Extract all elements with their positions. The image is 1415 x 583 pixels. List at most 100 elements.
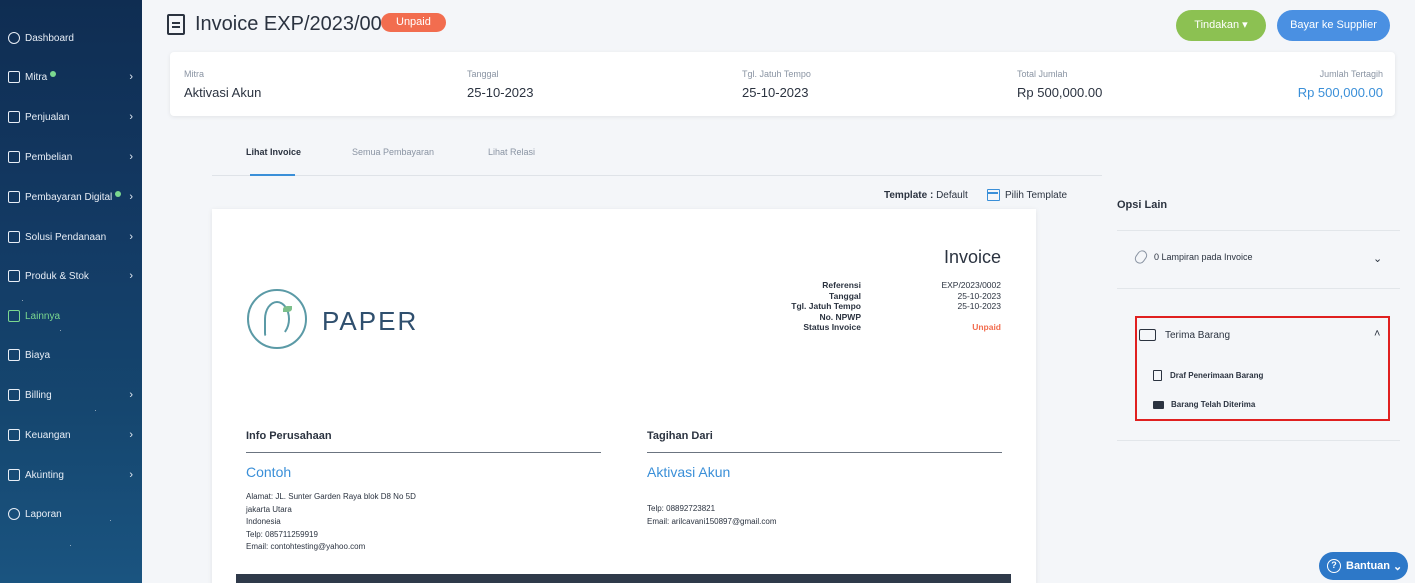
info-perusahaan-heading: Info Perusahaan xyxy=(246,430,332,442)
sidebar-item-penjualan[interactable]: Penjualan › xyxy=(0,104,142,130)
summary-tertagih: Jumlah Tertagih Rp 500,000.00 xyxy=(1298,69,1383,100)
chevron-down-icon: ⌄ xyxy=(1390,560,1403,573)
pdf-icon xyxy=(1153,370,1162,381)
status-badge: Unpaid xyxy=(381,13,446,32)
meta-label: Status Invoice xyxy=(803,322,861,332)
summary-value: 25-10-2023 xyxy=(742,85,809,100)
sidebar-item-label: Biaya xyxy=(25,349,51,361)
sidebar-item-produk-stok[interactable]: Produk & Stok › xyxy=(0,263,142,289)
barang-diterima-link[interactable]: Barang Telah Diterima xyxy=(1153,400,1255,409)
layers-icon xyxy=(8,310,20,322)
sidebar-item-keuangan[interactable]: Keuangan › xyxy=(0,422,142,448)
document-icon xyxy=(8,111,20,123)
meta-label: Tanggal xyxy=(829,290,861,301)
chevron-right-icon: › xyxy=(129,389,133,401)
sidebar-item-label: Dashboard xyxy=(25,32,74,44)
people-icon xyxy=(8,71,20,83)
sidebar-item-solusi-pendanaan[interactable]: Solusi Pendanaan › xyxy=(0,224,142,250)
notification-dot xyxy=(50,71,57,77)
summary-label: Tanggal xyxy=(467,69,499,79)
bayar-supplier-button[interactable]: Bayar ke Supplier xyxy=(1277,10,1390,41)
detail-line: Indonesia xyxy=(246,517,281,526)
chevron-right-icon: › xyxy=(129,429,133,441)
sidebar-item-label: Produk & Stok xyxy=(25,270,89,282)
sidebar-item-biaya[interactable]: Biaya xyxy=(0,342,142,368)
sidebar-item-billing[interactable]: Billing › xyxy=(0,382,142,408)
card-icon xyxy=(8,191,20,203)
chevron-right-icon: › xyxy=(129,469,133,481)
meta-value: 25-10-2023 xyxy=(957,301,1001,311)
notification-dot xyxy=(115,191,122,197)
sidebar-item-laporan[interactable]: Laporan xyxy=(0,501,142,527)
terima-barang-toggle[interactable]: Terima Barang xyxy=(1139,329,1230,341)
printer-icon xyxy=(1153,400,1164,409)
detail-line: Alamat: JL. Sunter Garden Raya blok D8 N… xyxy=(246,492,416,501)
chevron-right-icon: › xyxy=(129,71,133,83)
invoice-meta-labels: Referensi Tanggal Tgl. Jatuh Tempo No. N… xyxy=(791,280,861,333)
sidebar: Dashboard Mitra › Penjualan › Pembelian … xyxy=(0,0,142,583)
sidebar-item-label: Billing xyxy=(25,389,52,401)
divider xyxy=(1117,440,1400,441)
sidebar-item-label: Pembayaran Digital xyxy=(25,191,113,203)
tab-lihat-relasi[interactable]: Lihat Relasi xyxy=(488,147,535,157)
pilih-template-label: Pilih Template xyxy=(1005,189,1068,201)
lampiran-toggle[interactable]: 0 Lampiran pada Invoice xyxy=(1132,248,1253,266)
sidebar-item-pembayaran-digital[interactable]: Pembayaran Digital › xyxy=(0,184,142,210)
template-label: Template : xyxy=(884,190,934,201)
opsi-lain-title: Opsi Lain xyxy=(1117,199,1168,211)
bantuan-button[interactable]: ? Bantuan ⌄ xyxy=(1319,552,1408,580)
diterima-label: Barang Telah Diterima xyxy=(1171,400,1256,409)
detail-line: Email: arilcavani150897@gmail.com xyxy=(647,516,777,526)
summary-label: Jumlah Tertagih xyxy=(1319,69,1383,79)
draf-label: Draf Penerimaan Barang xyxy=(1170,371,1264,380)
invoice-summary-card: Mitra Aktivasi Akun Tanggal 25-10-2023 T… xyxy=(170,52,1395,116)
logo-text: PAPER xyxy=(322,306,419,336)
chevron-right-icon: › xyxy=(129,191,133,203)
meta-value: EXP/2023/0002 xyxy=(941,280,1001,290)
sidebar-item-akunting[interactable]: Akunting › xyxy=(0,462,142,488)
summary-tanggal: Tanggal 25-10-2023 xyxy=(467,69,534,100)
tab-lihat-invoice[interactable]: Lihat Invoice xyxy=(246,147,301,157)
sidebar-item-label: Laporan xyxy=(25,508,62,520)
paper-logo-icon xyxy=(247,289,307,349)
sidebar-item-lainnya[interactable]: Lainnya xyxy=(0,303,142,329)
truck-icon xyxy=(1139,329,1156,341)
company-name: Contoh xyxy=(246,464,292,480)
template-info: Template : Default xyxy=(884,190,968,201)
pilih-template-button[interactable]: Pilih Template xyxy=(987,189,1067,201)
summary-jatuh-tempo: Tgl. Jatuh Tempo 25-10-2023 xyxy=(742,69,811,100)
sidebar-item-label: Penjualan xyxy=(25,111,70,123)
meta-value: 25-10-2023 xyxy=(957,290,1001,301)
draf-penerimaan-link[interactable]: Draf Penerimaan Barang xyxy=(1153,370,1263,381)
tagihan-dari-heading: Tagihan Dari xyxy=(647,430,713,442)
meta-label: No. NPWP xyxy=(819,311,861,322)
help-icon: ? xyxy=(1327,559,1341,573)
chevron-down-icon[interactable]: ⌄ xyxy=(1373,252,1382,265)
page-title: Invoice EXP/2023/0002 xyxy=(195,13,405,35)
bank-icon xyxy=(8,429,20,441)
cart-icon xyxy=(8,151,20,163)
detail-line: Telp: 08892723821 xyxy=(647,504,716,513)
tindakan-label: Tindakan xyxy=(1194,19,1240,31)
terima-barang-label: Terima Barang xyxy=(1165,329,1231,341)
summary-value: 25-10-2023 xyxy=(467,85,534,100)
detail-line: jakarta Utara xyxy=(246,504,292,514)
tindakan-button[interactable]: Tindakan ▾ xyxy=(1176,10,1266,41)
invoice-meta-values: EXP/2023/0002 25-10-2023 25-10-2023 Unpa… xyxy=(941,280,1001,333)
tab-semua-pembayaran[interactable]: Semua Pembayaran xyxy=(352,147,434,157)
chevron-up-icon[interactable]: ˄ xyxy=(1374,328,1380,340)
sidebar-item-label: Mitra xyxy=(25,71,48,83)
box-icon xyxy=(8,270,20,282)
sidebar-item-pembelian[interactable]: Pembelian › xyxy=(0,144,142,170)
supplier-name: Aktivasi Akun xyxy=(647,464,731,480)
company-details: Alamat: JL. Sunter Garden Raya blok D8 N… xyxy=(246,491,416,554)
receipt-icon xyxy=(8,349,20,361)
chevron-right-icon: › xyxy=(129,270,133,282)
sidebar-item-mitra[interactable]: Mitra › xyxy=(0,64,142,90)
sidebar-item-label: Keuangan xyxy=(25,429,71,441)
meta-value xyxy=(941,312,1001,323)
chevron-right-icon: › xyxy=(129,231,133,243)
invoice-document-icon xyxy=(167,14,185,35)
sidebar-item-dashboard[interactable]: Dashboard xyxy=(0,25,142,51)
chevron-right-icon: › xyxy=(129,151,133,163)
